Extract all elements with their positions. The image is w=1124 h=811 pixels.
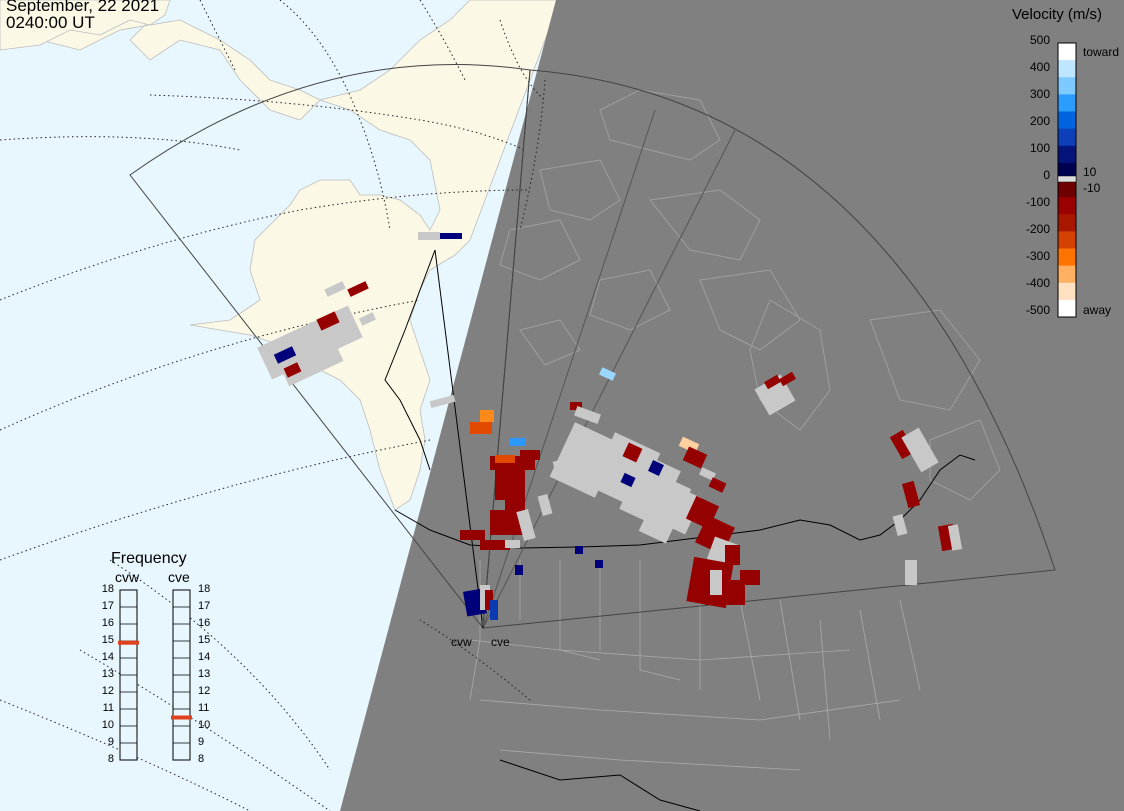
- radar-gate: [490, 600, 498, 620]
- colorbar-tick: 100: [1029, 141, 1050, 155]
- colorbar-swatch: [1058, 231, 1076, 249]
- frequency-tick-left: 9: [107, 736, 114, 748]
- colorbar-swatch: [1058, 145, 1076, 164]
- radar-sites: [480, 620, 486, 626]
- frequency-tick-left: 14: [101, 651, 114, 663]
- frequency-tick-right: 9: [198, 736, 205, 748]
- radar-gate: [440, 233, 462, 239]
- colorbar-swatch: [1058, 60, 1076, 78]
- colorbar-tick: 500: [1029, 33, 1050, 47]
- radar-gate: [575, 546, 583, 554]
- frequency-tick-right: 14: [198, 651, 211, 663]
- frequency-tick-right: 11: [198, 702, 210, 714]
- frequency-tick-left: 8: [107, 753, 114, 765]
- radar-gate: [595, 560, 603, 568]
- colorbar-swatch: [1058, 282, 1076, 301]
- frequency-column-cvw: cvw: [115, 569, 140, 585]
- frequency-tick-right: 10: [198, 719, 211, 731]
- frequency-tick-right: 13: [198, 668, 211, 680]
- frequency-tick-right: 16: [198, 617, 211, 629]
- plot-time: 0240:00 UT: [6, 13, 95, 32]
- colorbar-tick: -100: [1025, 195, 1050, 209]
- radar-map-view: September, 22 2021 0240:00 UT Velocity (…: [0, 0, 1124, 811]
- radar-gate: [505, 495, 525, 510]
- colorbar-swatch: [1058, 248, 1076, 267]
- radar-gate: [710, 570, 722, 595]
- colorbar-swatch: [1058, 111, 1076, 130]
- frequency-title: Frequency: [111, 550, 187, 567]
- colorbar-swatch: [1058, 77, 1076, 95]
- colorbar-label-minus10: -10: [1083, 181, 1101, 195]
- radar-gate: [725, 545, 740, 565]
- map-canvas[interactable]: [0, 0, 1124, 811]
- colorbar-label-plus10: 10: [1083, 165, 1097, 179]
- frequency-tick-left: 17: [101, 600, 114, 612]
- plot-date: September, 22 2021: [6, 0, 160, 15]
- site-label-cvw: cvw: [451, 635, 472, 649]
- frequency-tick-left: 10: [101, 719, 114, 731]
- frequency-tick-right: 18: [198, 583, 211, 595]
- colorbar-swatch: [1058, 265, 1076, 284]
- radar-gate: [515, 565, 523, 575]
- frequency-tick-left: 16: [101, 617, 114, 629]
- colorbar-tick: -400: [1025, 276, 1050, 290]
- site-label-cve: cve: [491, 635, 510, 649]
- frequency-tick-right: 12: [198, 685, 211, 697]
- colorbar-swatch: [1058, 197, 1076, 215]
- colorbar-title: Velocity (m/s): [1012, 6, 1103, 23]
- radar-gate: [740, 570, 760, 585]
- frequency-tick-right: 15: [198, 634, 211, 646]
- velocity-colorbar: [1057, 42, 1077, 318]
- frequency-indicator-cve: [171, 715, 192, 720]
- colorbar-tick: 400: [1029, 60, 1050, 74]
- colorbar-tick: 0: [1043, 168, 1050, 182]
- colorbar-zero-band: [1057, 175, 1077, 183]
- radar-gate: [905, 560, 917, 585]
- radar-gate: [418, 232, 440, 240]
- frequency-tick-left: 11: [102, 702, 114, 714]
- colorbar-tick: 300: [1029, 87, 1050, 101]
- colorbar-tick: -500: [1025, 303, 1050, 317]
- colorbar-swatch: [1058, 43, 1076, 61]
- radar-gate: [505, 540, 520, 548]
- colorbar-label-away: away: [1083, 303, 1112, 317]
- frequency-indicator-cvw: [118, 640, 139, 645]
- radar-gate: [460, 530, 485, 540]
- frequency-tick-right: 17: [198, 600, 211, 612]
- colorbar-swatch: [1058, 180, 1076, 198]
- colorbar-swatch: [1058, 94, 1076, 112]
- frequency-tick-left: 13: [101, 668, 114, 680]
- radar-gate: [480, 410, 494, 422]
- radar-site-marker: [480, 620, 486, 626]
- frequency-tick-left: 12: [101, 685, 114, 697]
- colorbar-tick: -200: [1025, 222, 1050, 236]
- colorbar-tick: 200: [1029, 114, 1050, 128]
- radar-gate: [510, 438, 525, 446]
- colorbar-tick: -300: [1025, 249, 1050, 263]
- frequency-column-cve: cve: [168, 569, 190, 585]
- colorbar-swatch: [1058, 214, 1076, 232]
- colorbar-swatch: [1058, 299, 1076, 318]
- colorbar-label-toward: toward: [1083, 45, 1120, 59]
- frequency-tick-right: 8: [198, 753, 205, 765]
- colorbar-swatch: [1058, 128, 1076, 147]
- radar-gate: [520, 450, 540, 460]
- frequency-tick-left: 18: [101, 583, 114, 595]
- frequency-tick-left: 15: [101, 634, 114, 646]
- radar-gate: [495, 455, 515, 463]
- radar-gate: [470, 422, 492, 434]
